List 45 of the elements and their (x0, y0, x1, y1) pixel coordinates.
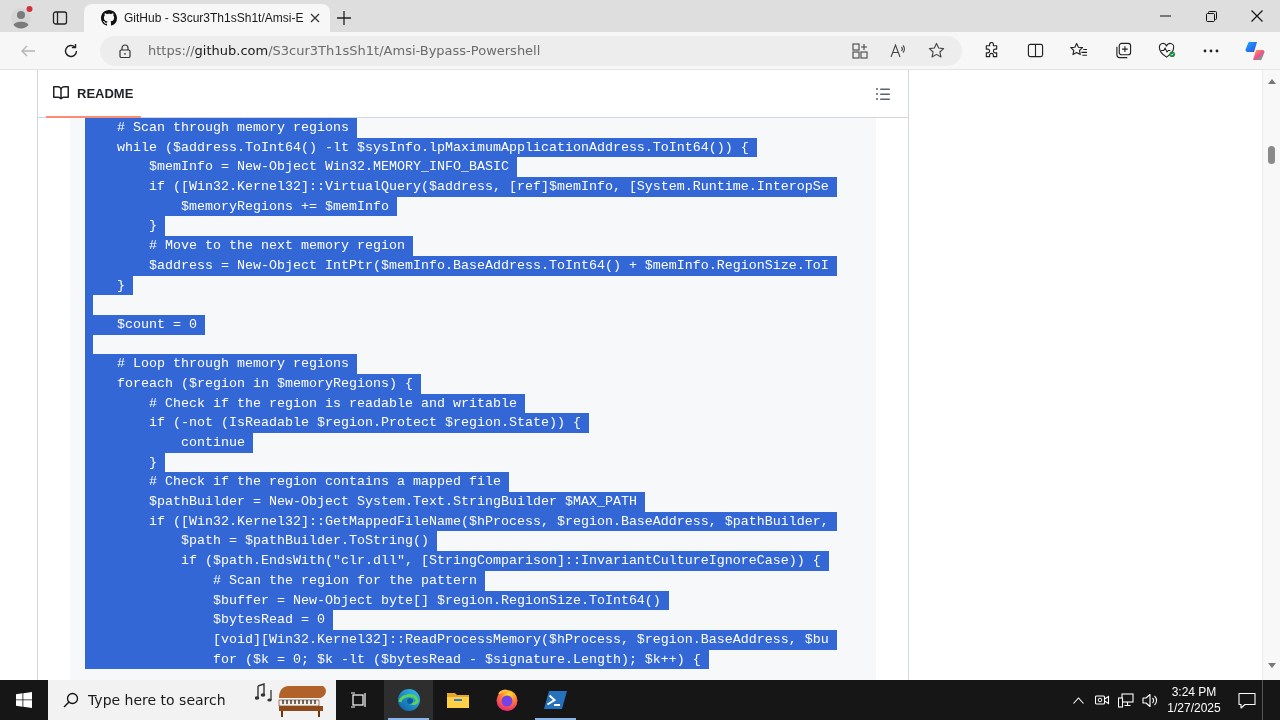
plus-icon (337, 11, 351, 25)
restore-icon (1205, 10, 1217, 22)
tab-actions-icon (52, 10, 68, 26)
lock-icon[interactable] (119, 43, 131, 58)
powershell-icon (543, 688, 568, 712)
refresh-icon (63, 42, 79, 59)
browser-tab[interactable]: GitHub - S3cur3Th1sSh1t/Amsi-E (84, 4, 330, 32)
profile-avatar-icon[interactable] (10, 5, 34, 29)
star-icon (927, 42, 945, 59)
scroll-down-arrow-icon[interactable] (1267, 663, 1276, 668)
app-grid-icon (852, 42, 868, 59)
close-icon[interactable] (310, 13, 320, 23)
close-icon (1251, 10, 1263, 22)
favorites-icon (1070, 42, 1088, 59)
search-icon (63, 692, 79, 708)
task-view-icon (351, 692, 369, 708)
copilot-icon (1245, 40, 1265, 61)
speech-bubble-icon (1238, 691, 1256, 709)
github-logo-icon (101, 10, 117, 26)
speaker-icon (1142, 692, 1158, 708)
collections-icon (1114, 42, 1132, 59)
list-icon (876, 87, 890, 100)
webcam-icon (1094, 695, 1110, 705)
tab-title: GitHub - S3cur3Th1sSh1t/Amsi-E (124, 11, 305, 25)
chevron-up-icon (1072, 696, 1084, 704)
edge-icon (396, 688, 421, 712)
clock-date: 1/27/2025 (1167, 700, 1221, 716)
windows-logo-icon (16, 692, 32, 708)
clock-time: 3:24 PM (1171, 684, 1217, 700)
back-arrow-icon (20, 43, 36, 58)
network-icon (1118, 692, 1134, 708)
heart-pulse-icon (1158, 42, 1176, 59)
address-bar[interactable]: https://github.com/S3cur3Th1sSh1t/Amsi-Bypass-Powershell (100, 35, 962, 66)
taskbar-app-button[interactable] (384, 680, 433, 720)
split-screen-icon (1026, 42, 1044, 59)
url-text: https://github.com/S3cur3Th1sSh1t/Amsi-Bypass-Powershell (148, 43, 541, 58)
minimize-icon (1159, 15, 1171, 17)
taskbar-clock[interactable]: 3:24 PM 1/27/2025 (1162, 680, 1226, 720)
more-icon (1203, 48, 1219, 53)
read-aloud-icon (890, 42, 906, 59)
firefox-icon (494, 688, 519, 712)
scrollbar-thumb[interactable] (1268, 146, 1275, 164)
scroll-up-arrow-icon[interactable] (1267, 79, 1276, 84)
book-icon (53, 85, 69, 101)
search-field[interactable]: Type here to search (88, 692, 248, 708)
